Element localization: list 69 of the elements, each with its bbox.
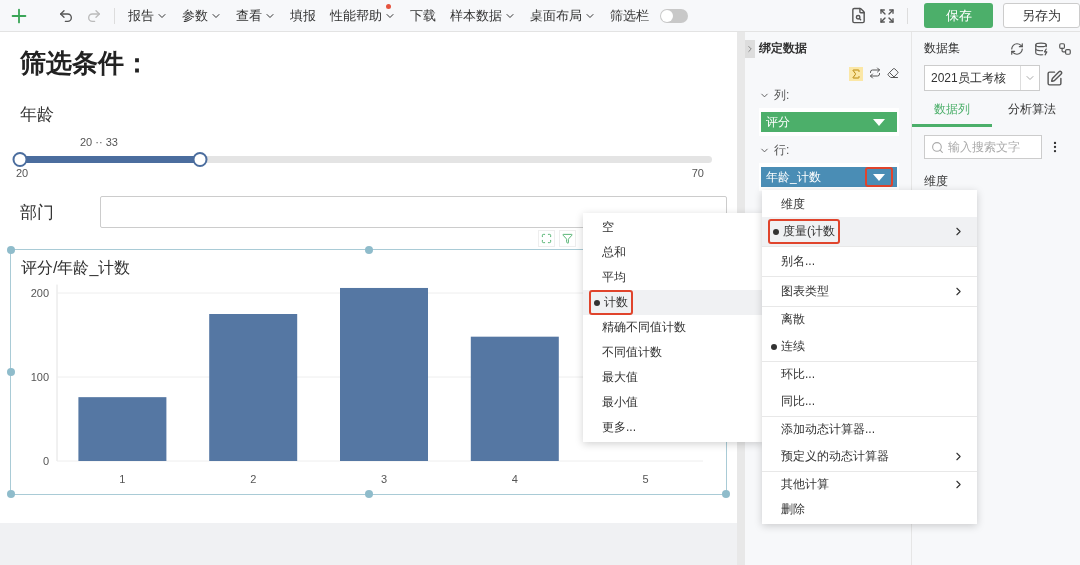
slider-handle[interactable] (192, 152, 208, 167)
menu-item[interactable]: 度量(计数 (762, 217, 977, 247)
tab[interactable]: 分析算法 (992, 97, 1072, 127)
swap-icon[interactable] (869, 67, 881, 81)
axis-tick-label: 3 (380, 473, 388, 485)
filter-bar-label: 筛选栏 (609, 6, 650, 25)
panel-title: 绑定数据 (759, 40, 808, 57)
save-as-button[interactable]: 另存为 (1003, 3, 1080, 28)
toolbar-menu[interactable]: 查看 (229, 6, 283, 25)
toolbar-menu[interactable]: 参数 (175, 6, 229, 25)
menu-item[interactable]: 环比... (762, 362, 977, 387)
eraser-icon[interactable] (887, 67, 899, 81)
max-value: 70 (691, 167, 704, 179)
menu-item[interactable]: 其他计算 (762, 472, 977, 497)
menu-item[interactable]: 维度 (762, 192, 977, 217)
filter-bar-toggle[interactable] (660, 8, 688, 23)
expand-icon[interactable] (745, 40, 755, 58)
menu-item[interactable]: 计数 (583, 290, 763, 315)
menu-item[interactable]: 图表类型 (762, 277, 977, 307)
expand-icon[interactable] (538, 230, 555, 247)
resize-handle[interactable] (364, 490, 373, 498)
axis-tick-label: 5 (642, 473, 649, 485)
axis-tick-label: 100 (30, 371, 49, 383)
section-label: 维度 (924, 173, 949, 190)
section-label: 行: (774, 142, 790, 159)
resize-handle[interactable] (7, 368, 15, 376)
slider-handle[interactable] (12, 152, 28, 167)
axis-tick-label: 2 (250, 473, 257, 485)
toolbar-menu[interactable]: 下载 (403, 6, 443, 25)
section-label: 列: (774, 87, 790, 104)
menu-item[interactable]: 预定义的动态计算器 (762, 442, 977, 472)
refresh-icon[interactable] (1010, 41, 1024, 56)
search-icon (931, 140, 944, 154)
resize-handle[interactable] (7, 246, 15, 254)
menu-item[interactable]: 同比... (762, 387, 977, 417)
axis-tick-label: 0 (42, 455, 49, 467)
age-label: 年龄 (19, 104, 55, 126)
filter-title: 筛选条件： (19, 47, 151, 80)
database-icon[interactable] (1034, 41, 1048, 56)
notification-dot (386, 3, 391, 9)
panel-title: 数据集 (924, 40, 960, 57)
menu-item[interactable]: 添加动态计算器... (762, 417, 977, 442)
axis-tick-label: 4 (511, 473, 518, 485)
department-label: 部门 (20, 201, 55, 224)
dropdown-caret-icon[interactable] (865, 167, 893, 187)
axis-tick-label: 1 (119, 473, 126, 485)
menu-item[interactable]: 删除 (762, 497, 977, 522)
search-placeholder: 输入搜索文字 (948, 138, 1020, 156)
min-value: 20 (16, 167, 29, 179)
filter-icon[interactable] (559, 230, 576, 247)
toolbar-menu[interactable]: 样本数据 (443, 6, 523, 25)
toolbar-menu[interactable]: 桌面布局 (523, 6, 603, 25)
field-pill[interactable]: 年龄_计数 (761, 167, 897, 187)
chart-title: 评分/年龄_计数 (21, 258, 131, 278)
edit-icon[interactable] (1046, 69, 1063, 87)
menu-item[interactable]: 别名... (762, 247, 977, 277)
menu-item[interactable]: 离散 (762, 307, 977, 332)
toolbar-menu[interactable]: 填报 (283, 6, 323, 25)
axis-tick-label: 200 (30, 287, 49, 299)
sigma-icon[interactable] (849, 67, 863, 81)
menu-item[interactable]: 连续 (762, 332, 977, 362)
range-value: 20 ·· 33 (80, 136, 118, 148)
toolbar-menu[interactable]: 报告 (121, 6, 175, 25)
dataset-select[interactable]: 2021员工考核 (924, 65, 1040, 91)
toolbar-menu[interactable]: 性能帮助 (323, 6, 403, 25)
resize-handle[interactable] (364, 246, 373, 254)
resize-handle[interactable] (722, 490, 730, 498)
resize-handle[interactable] (7, 490, 15, 498)
relation-icon[interactable] (1058, 41, 1072, 56)
